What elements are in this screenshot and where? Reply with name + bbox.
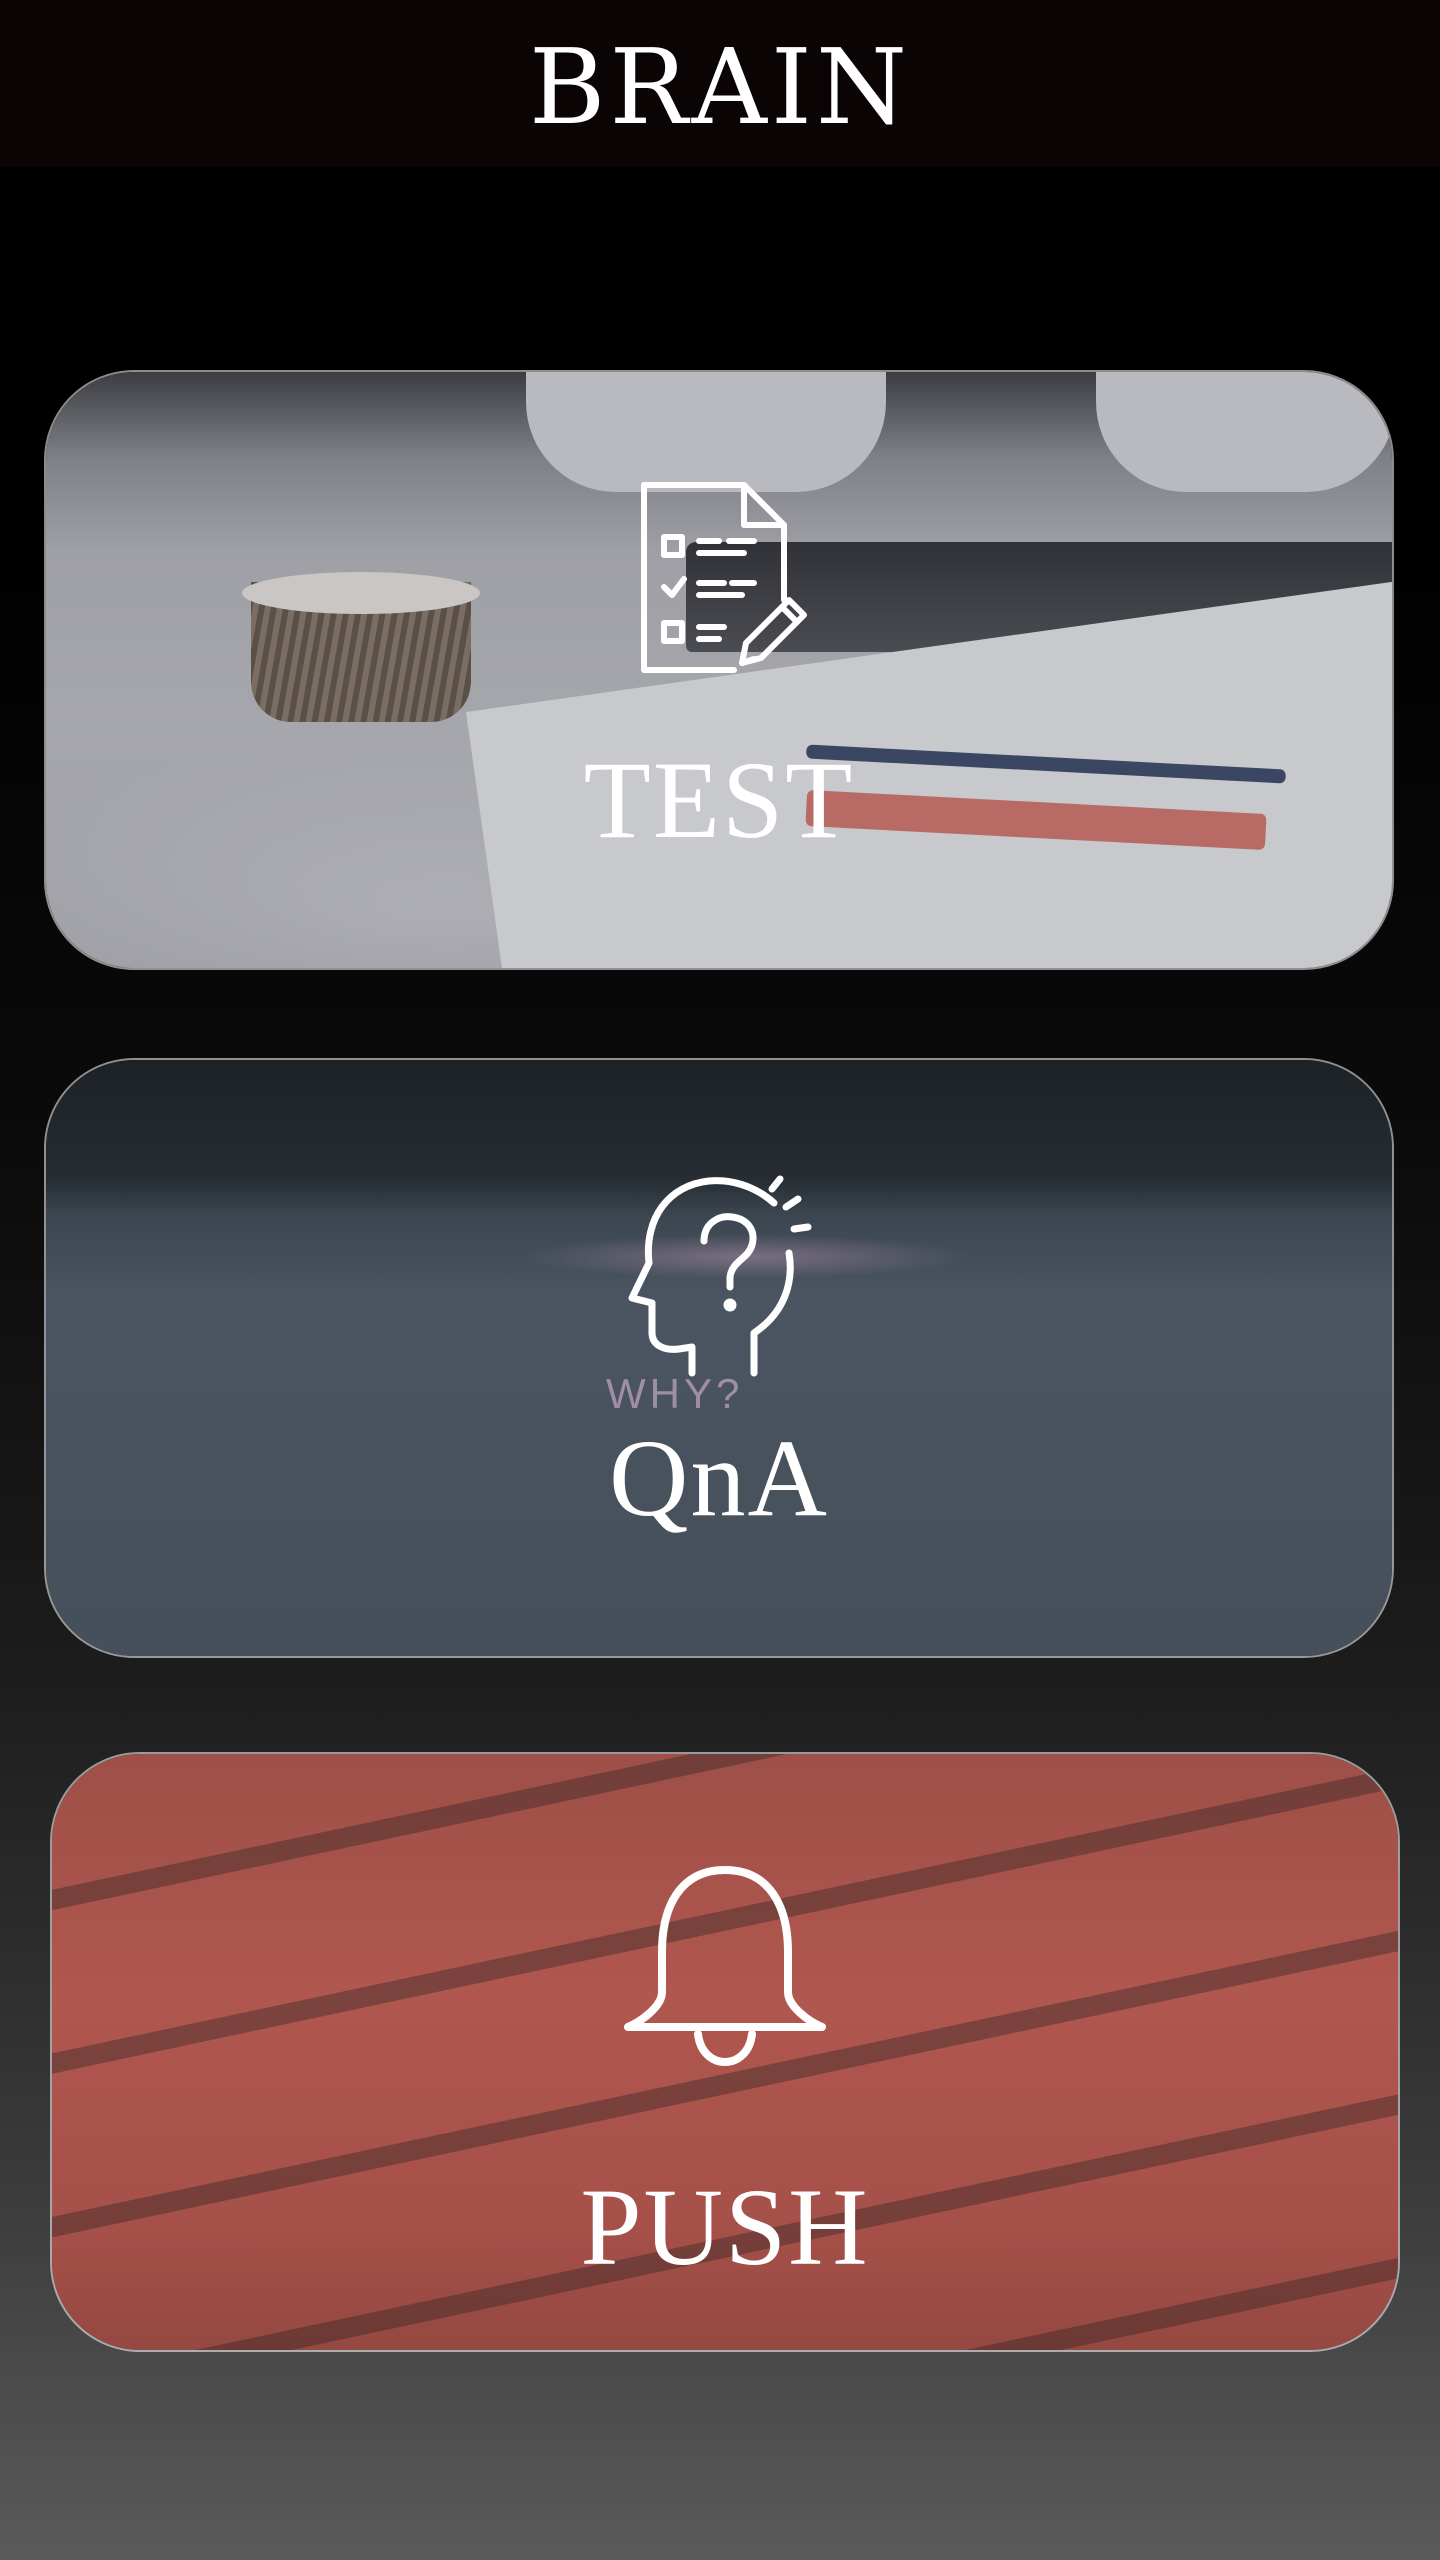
test-checklist-icon xyxy=(624,475,814,685)
bell-icon xyxy=(620,1862,830,2072)
test-label: TEST xyxy=(583,739,855,861)
qna-card[interactable]: WHY? QnA xyxy=(44,1058,1394,1658)
head-question-icon xyxy=(624,1173,814,1383)
push-label: PUSH xyxy=(580,2166,870,2288)
app-header: BRAIN xyxy=(0,0,1440,167)
app-title: BRAIN xyxy=(529,25,911,148)
qna-label: QnA xyxy=(609,1417,829,1539)
push-card[interactable]: PUSH xyxy=(50,1752,1400,2352)
test-card[interactable]: TEST xyxy=(44,370,1394,970)
